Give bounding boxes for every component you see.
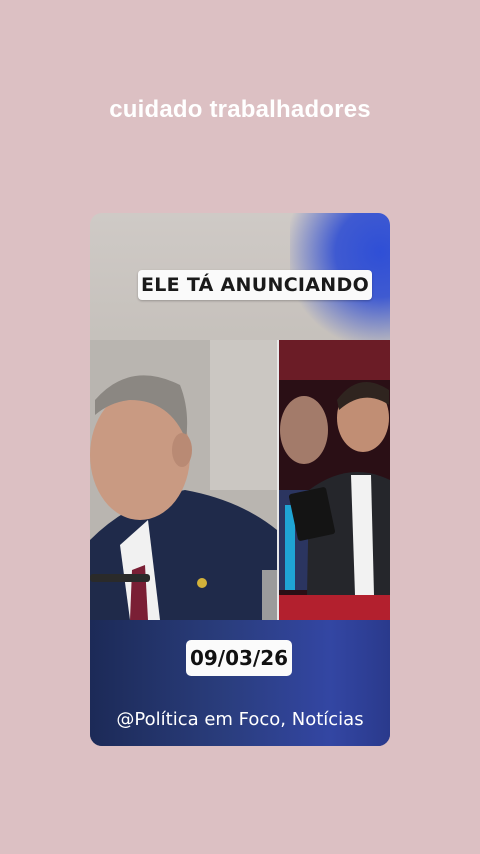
date-badge: 09/03/26 — [186, 640, 292, 676]
video-frame-right — [279, 340, 390, 620]
headline-text: ELE TÁ ANUNCIANDO — [140, 274, 370, 296]
headline-banner: ELE TÁ ANUNCIANDO — [138, 270, 372, 300]
story-caption: cuidado trabalhadores — [109, 96, 371, 123]
video-player[interactable]: ELE TÁ ANUNCIANDO 09/03/26 @Política em … — [90, 213, 390, 746]
date-text: 09/03/26 — [189, 646, 289, 670]
video-frame-left — [90, 340, 277, 620]
credit-text: @Política em Foco, Notícias — [116, 709, 364, 730]
presenter-image — [279, 340, 390, 620]
speaker-image — [90, 340, 277, 620]
